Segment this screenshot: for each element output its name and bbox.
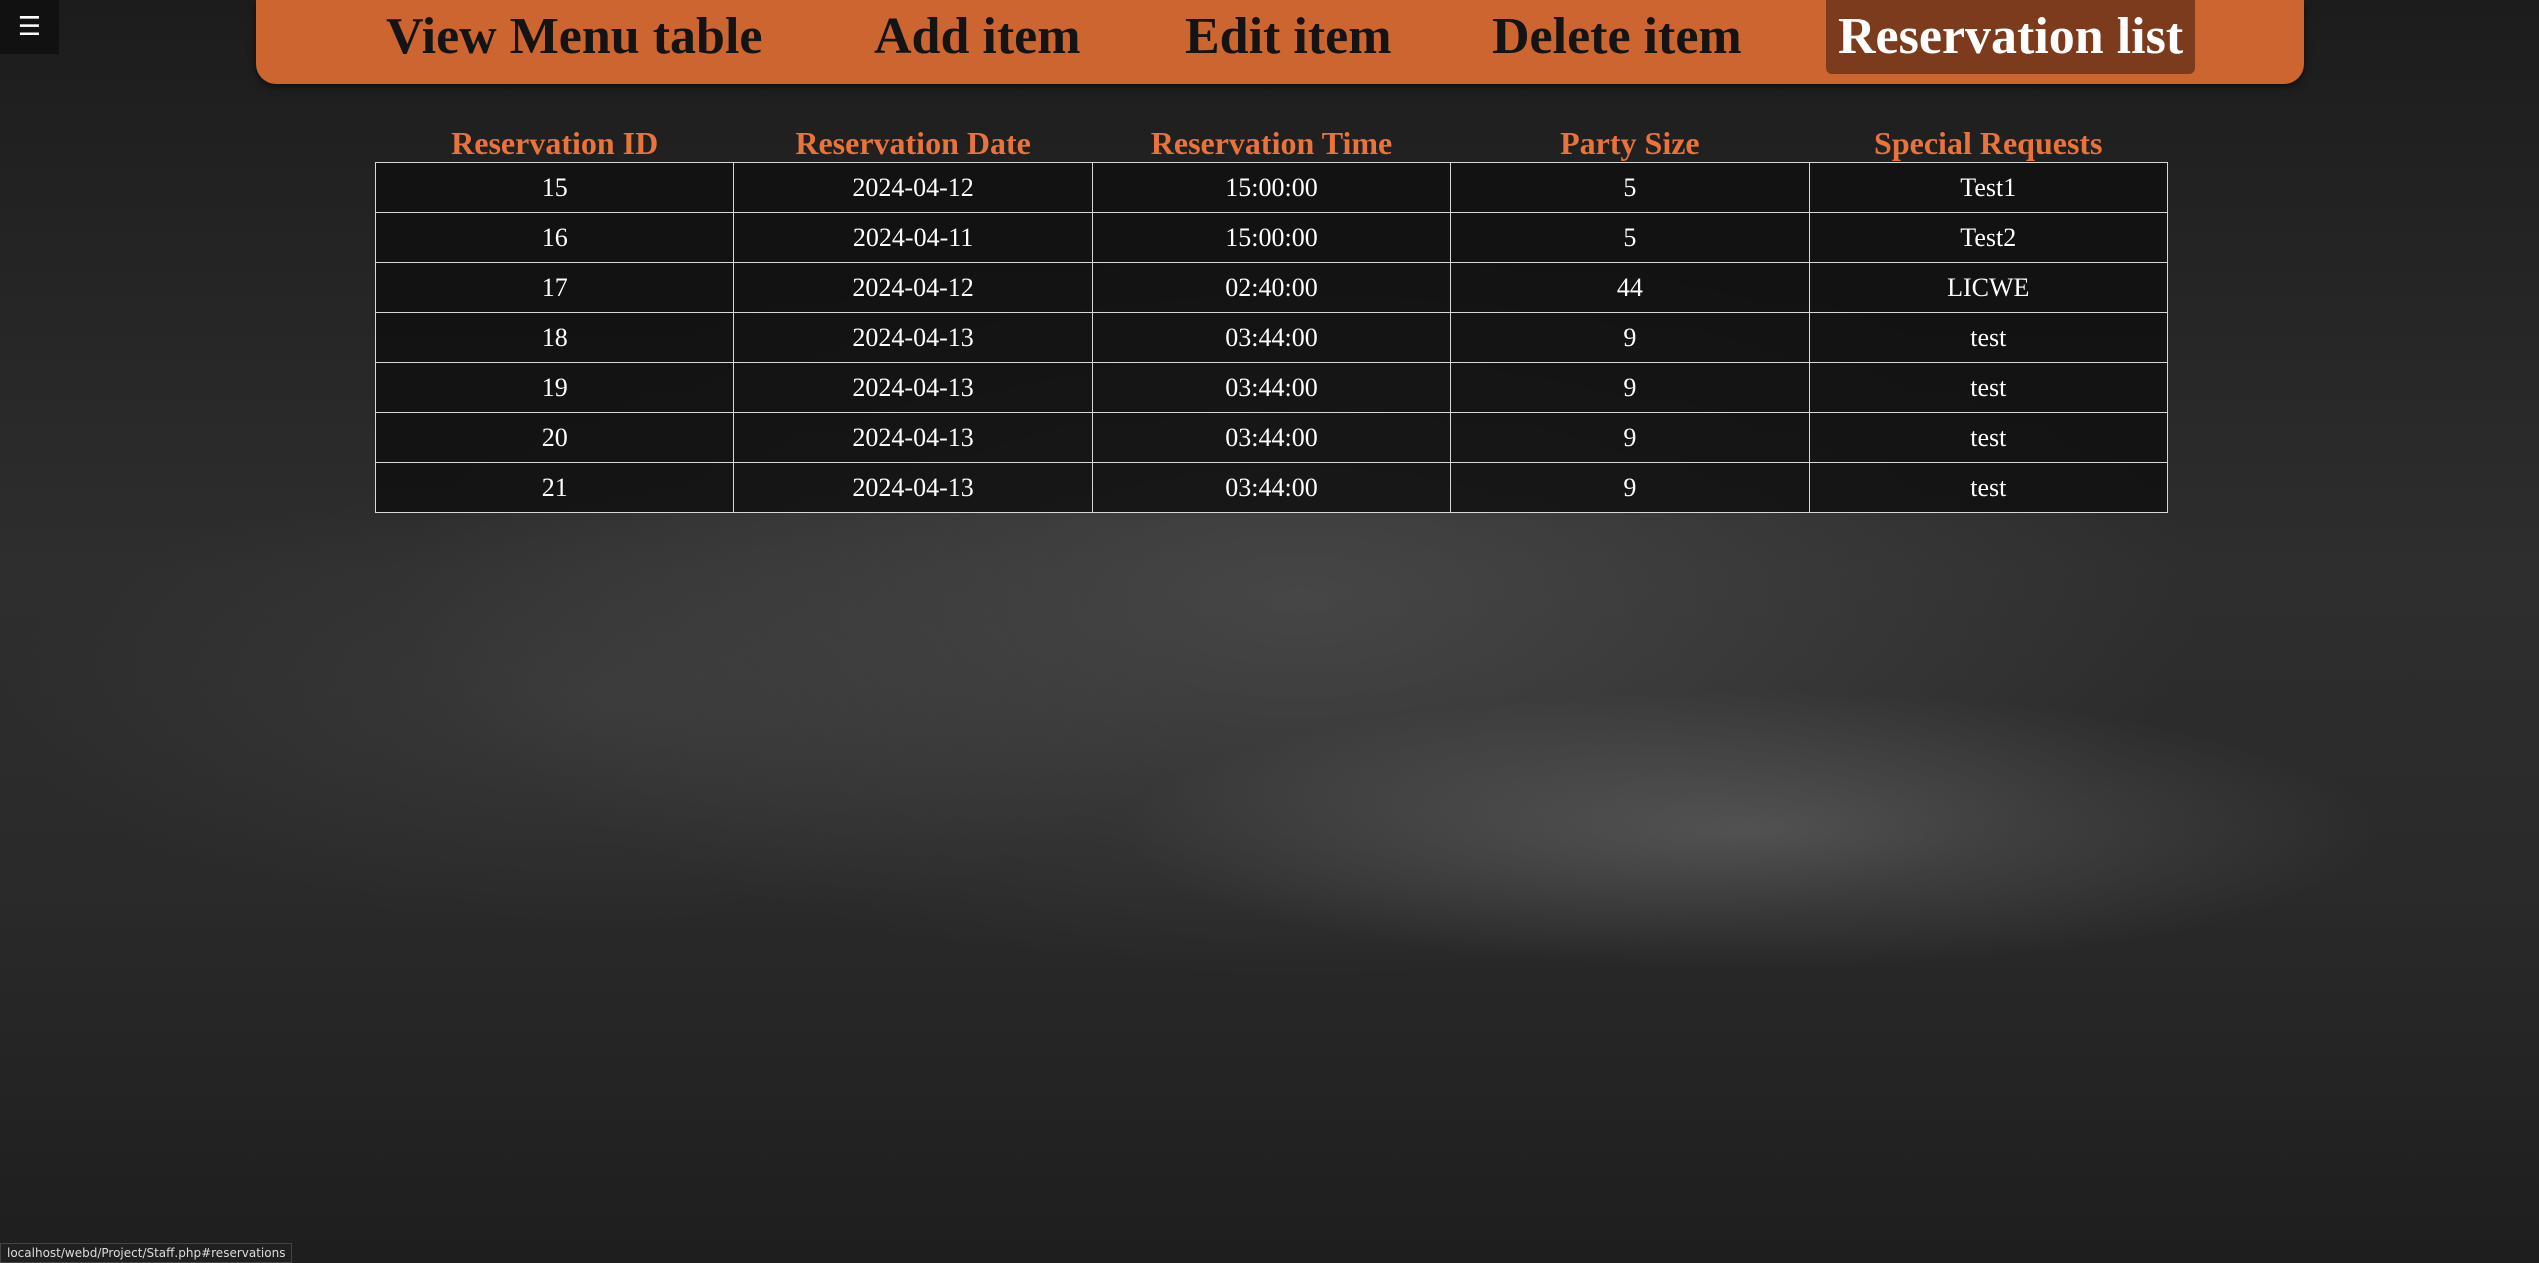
cell-reservation-time: 03:44:00 <box>1091 362 1452 413</box>
status-bar-url: localhost/webd/Project/Staff.php#reserva… <box>0 1243 293 1263</box>
cell-party-size: 5 <box>1450 162 1810 213</box>
header-party-size: Party Size <box>1560 125 1700 161</box>
nav-delete-item[interactable]: Delete item <box>1480 0 1754 74</box>
cell-reservation-date: 2024-04-12 <box>733 162 1093 213</box>
top-navbar: View Menu table Add item Edit item Delet… <box>256 0 2304 84</box>
cell-reservation-time: 15:00:00 <box>1091 162 1452 213</box>
cell-party-size: 9 <box>1450 312 1810 363</box>
cell-reservation-id: 19 <box>374 362 735 413</box>
cell-reservation-date: 2024-04-13 <box>733 312 1093 363</box>
cell-reservation-date: 2024-04-13 <box>733 412 1093 463</box>
cell-special-requests: Test1 <box>1808 162 2169 213</box>
cell-reservation-id: 20 <box>374 412 735 463</box>
cell-reservation-time: 03:44:00 <box>1091 312 1452 363</box>
cell-party-size: 9 <box>1450 412 1810 463</box>
cell-reservation-id: 16 <box>374 212 735 263</box>
header-reservation-date: Reservation Date <box>795 125 1031 161</box>
table-header-row: Reservation ID Reservation Date Reservat… <box>376 124 2168 163</box>
nav-edit-item[interactable]: Edit item <box>1173 0 1404 74</box>
cell-reservation-id: 21 <box>374 462 735 513</box>
table-row: 17 2024-04-12 02:40:00 44 LICWE <box>374 262 2169 313</box>
table-row: 16 2024-04-11 15:00:00 5 Test2 <box>374 212 2169 263</box>
cell-reservation-time: 02:40:00 <box>1091 262 1452 313</box>
cell-reservation-date: 2024-04-13 <box>733 362 1093 413</box>
cell-special-requests: LICWE <box>1808 262 2169 313</box>
nav-reservation-list[interactable]: Reservation list <box>1826 0 2196 74</box>
header-special-requests: Special Requests <box>1874 125 2103 161</box>
table-row: 21 2024-04-13 03:44:00 9 test <box>374 462 2169 513</box>
table-row: 20 2024-04-13 03:44:00 9 test <box>374 412 2169 463</box>
cell-party-size: 5 <box>1450 212 1810 263</box>
cell-party-size: 9 <box>1450 362 1810 413</box>
table-row: 15 2024-04-12 15:00:00 5 Test1 <box>374 162 2169 213</box>
cell-special-requests: Test2 <box>1808 212 2169 263</box>
cell-reservation-time: 03:44:00 <box>1091 412 1452 463</box>
table-row: 18 2024-04-13 03:44:00 9 test <box>374 312 2169 363</box>
cell-party-size: 44 <box>1450 262 1810 313</box>
cell-reservation-date: 2024-04-12 <box>733 262 1093 313</box>
cell-reservation-date: 2024-04-11 <box>733 212 1093 263</box>
cell-reservation-time: 15:00:00 <box>1091 212 1452 263</box>
table-row: 19 2024-04-13 03:44:00 9 test <box>374 362 2169 413</box>
reservations-table-container: Reservation ID Reservation Date Reservat… <box>374 124 2169 513</box>
cell-party-size: 9 <box>1450 462 1810 513</box>
cell-special-requests: test <box>1808 362 2169 413</box>
cell-reservation-date: 2024-04-13 <box>733 462 1093 513</box>
header-reservation-time: Reservation Time <box>1150 125 1393 161</box>
cell-reservation-id: 18 <box>374 312 735 363</box>
cell-special-requests: test <box>1808 412 2169 463</box>
hamburger-menu-icon[interactable]: ☰ <box>0 0 59 54</box>
nav-add-item[interactable]: Add item <box>862 0 1093 74</box>
cell-reservation-time: 03:44:00 <box>1091 462 1452 513</box>
cell-special-requests: test <box>1808 462 2169 513</box>
header-reservation-id: Reservation ID <box>451 125 659 161</box>
cell-special-requests: test <box>1808 312 2169 363</box>
reservations-table: Reservation ID Reservation Date Reservat… <box>374 124 2169 513</box>
cell-reservation-id: 17 <box>374 262 735 313</box>
cell-reservation-id: 15 <box>374 162 735 213</box>
nav-view-menu-table[interactable]: View Menu table <box>374 0 774 74</box>
